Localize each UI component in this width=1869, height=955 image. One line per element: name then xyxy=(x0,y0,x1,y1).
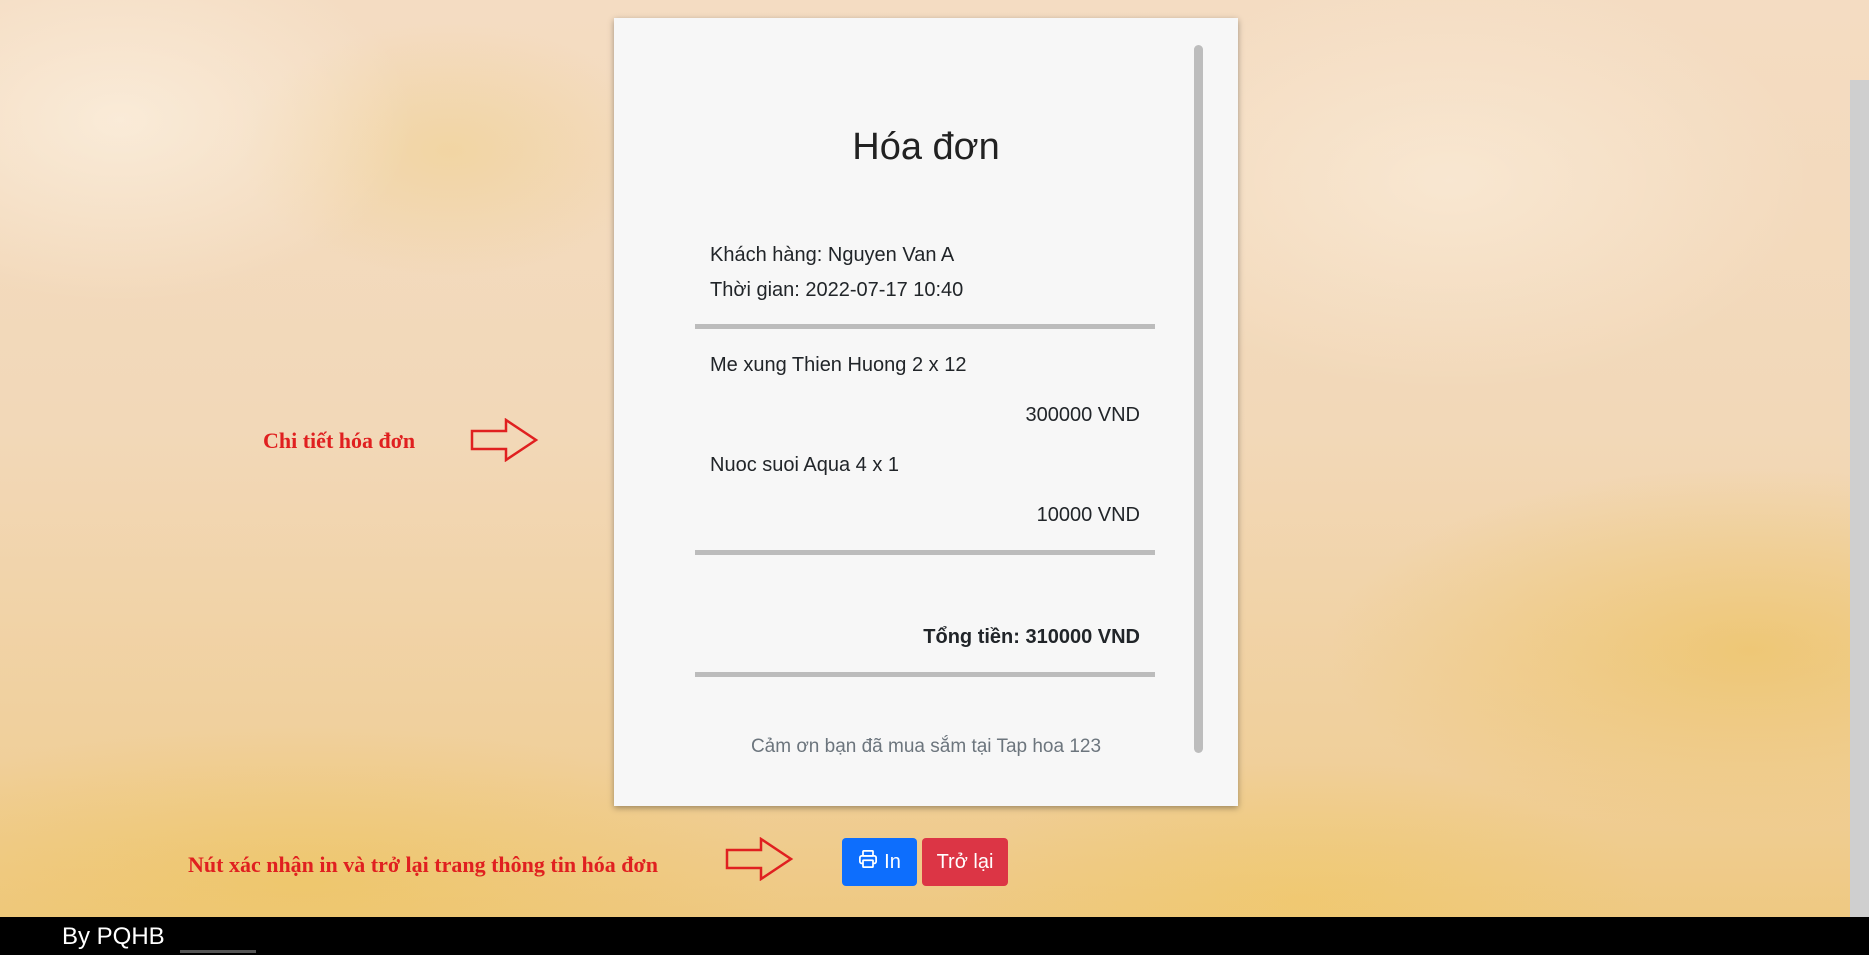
customer-name: Khách hàng: Nguyen Van A xyxy=(710,244,955,266)
receipt-title: Hóa đơn xyxy=(852,126,1000,168)
total-amount: Tổng tiền: 310000 VND xyxy=(923,626,1140,648)
item-price-1: 300000 VND xyxy=(1025,404,1140,426)
annotation-buttons: Nút xác nhận in và trở lại trang thông t… xyxy=(188,852,658,877)
thank-you-message: Cảm ơn bạn đã mua sắm tại Tap hoa 123 xyxy=(750,736,1102,757)
right-arrow-icon xyxy=(725,837,794,881)
receipt-time: Thời gian: 2022-07-17 10:40 xyxy=(710,279,964,301)
print-button-label: In xyxy=(884,850,901,873)
back-button[interactable]: Trở lại xyxy=(922,838,1008,886)
printer-icon xyxy=(858,849,884,875)
footer xyxy=(0,917,1869,955)
item-name-1: Me xung Thien Huong 2 x 12 xyxy=(710,354,967,376)
item-price-2: 10000 VND xyxy=(1036,504,1140,526)
item-name-2: Nuoc suoi Aqua 4 x 1 xyxy=(710,454,900,476)
right-arrow-icon xyxy=(470,418,539,462)
annotation-detail: Chi tiết hóa đơn xyxy=(263,428,416,453)
divider-bottom xyxy=(695,672,1155,677)
back-button-label: Trở lại xyxy=(936,850,994,873)
divider-top xyxy=(695,324,1155,329)
footer-scroll-indicator xyxy=(180,950,256,953)
footer-text: By PQHB xyxy=(62,923,165,950)
page-scrollbar[interactable] xyxy=(1850,80,1869,917)
divider-middle xyxy=(695,550,1155,555)
print-button[interactable]: In xyxy=(842,838,917,886)
